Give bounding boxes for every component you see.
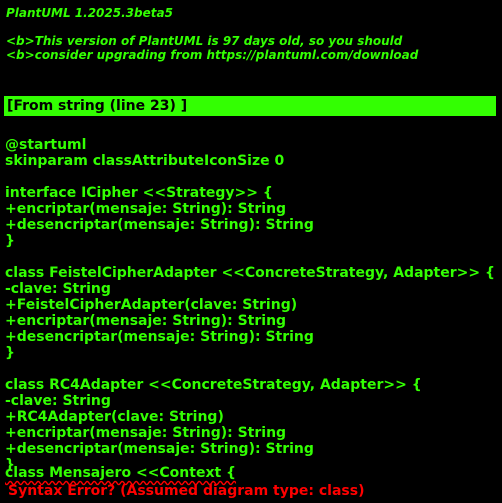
- source-line: @startuml: [5, 137, 87, 153]
- error-location-banner: [From string (line 23) ]: [4, 96, 496, 116]
- error-location-text: [From string (line 23) ]: [7, 98, 188, 114]
- error-source-line: class Mensajero <<Context {: [5, 465, 237, 481]
- source-line: }: [5, 345, 15, 361]
- source-line: +desencriptar(mensaje: String): String: [5, 441, 314, 457]
- warning-line-2: <b>consider upgrading from https://plant…: [6, 48, 419, 62]
- source-line: class RC4Adapter <<ConcreteStrategy, Ada…: [5, 377, 422, 393]
- source-line: interface ICipher <<Strategy>> {: [5, 185, 273, 201]
- source-line: +encriptar(mensaje: String): String: [5, 201, 287, 217]
- source-line: class FeistelCipherAdapter <<ConcreteStr…: [5, 265, 495, 281]
- source-line: -clave: String: [5, 281, 111, 297]
- source-line: skinparam classAttributeIconSize 0: [5, 153, 285, 169]
- syntax-error-message: Syntax Error? (Assumed diagram type: cla…: [8, 483, 365, 499]
- plantuml-error-canvas: PlantUML 1.2025.3beta5 <b>This version o…: [0, 0, 502, 503]
- source-line: +encriptar(mensaje: String): String: [5, 313, 287, 329]
- warning-line-1: <b>This version of PlantUML is 97 days o…: [6, 34, 403, 48]
- source-line: +encriptar(mensaje: String): String: [5, 425, 287, 441]
- source-line: +desencriptar(mensaje: String): String: [5, 329, 314, 345]
- source-line: +RC4Adapter(clave: String): [5, 409, 224, 425]
- source-line: +FeistelCipherAdapter(clave: String): [5, 297, 298, 313]
- source-line: +desencriptar(mensaje: String): String: [5, 217, 314, 233]
- source-line: }: [5, 233, 15, 249]
- version-text: PlantUML 1.2025.3beta5: [6, 6, 173, 20]
- source-line: -clave: String: [5, 393, 111, 409]
